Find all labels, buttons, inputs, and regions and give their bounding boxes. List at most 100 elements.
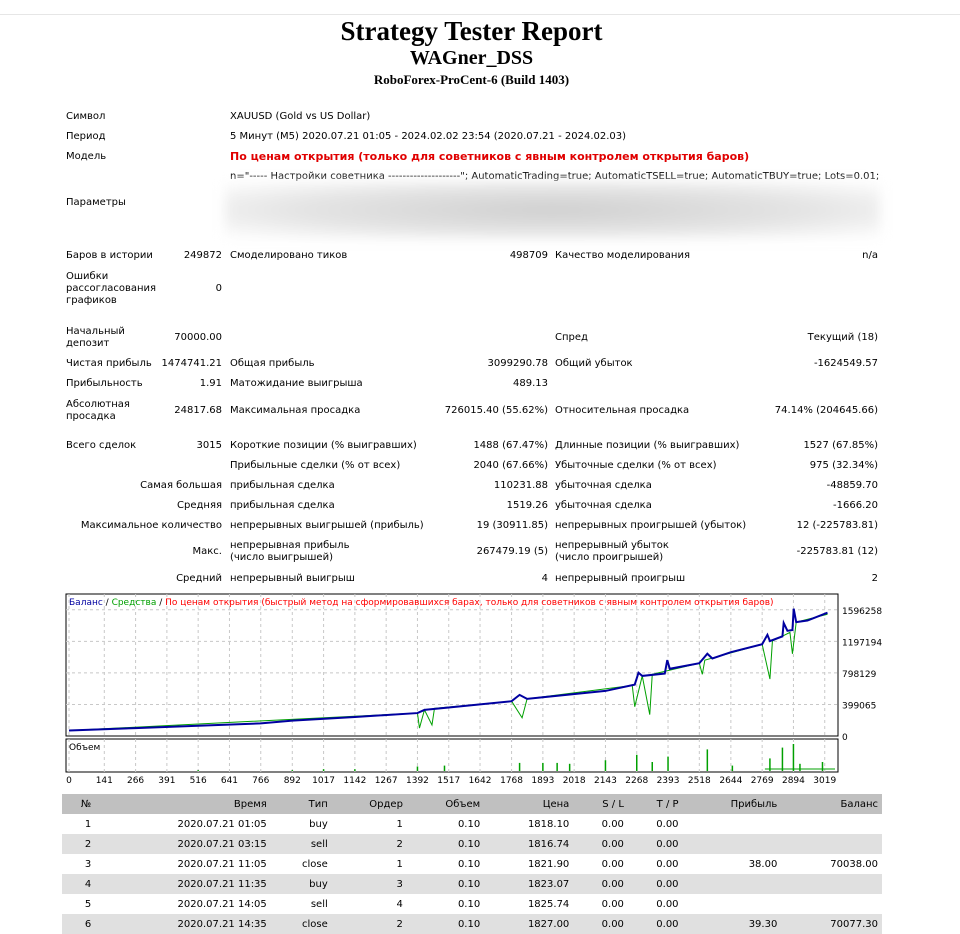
- table-cell: 1: [396, 858, 403, 870]
- table-cell: 2: [331, 834, 407, 854]
- table-cell: 1827.00: [484, 914, 574, 934]
- table-cell: 2020.07.21 01:05: [177, 818, 267, 830]
- table-cell: 4: [62, 874, 96, 894]
- table-cell: 2020.07.21 11:05: [177, 858, 267, 870]
- x-tick-label: 1017: [312, 776, 335, 786]
- table-cell: 1823.07: [484, 874, 574, 894]
- x-tick-label: 2393: [657, 776, 680, 786]
- table-cell: 39.30: [682, 914, 782, 934]
- legend-sep1: /: [103, 598, 112, 608]
- table-row: 5 2020.07.21 14:05 sell 4 0.10 1825.74 0.00 0.0…: [62, 894, 882, 914]
- legend-equity: Средства: [112, 598, 157, 608]
- table-cell: 1825.74: [527, 898, 570, 910]
- x-tick-label: 2143: [594, 776, 617, 786]
- x-tick-label: 892: [284, 776, 301, 786]
- table-cell: 2020.07.21 11:35: [95, 874, 271, 894]
- table-cell: 38.00: [748, 858, 778, 870]
- table-cell: 0.00: [656, 858, 679, 870]
- table-cell: buy: [270, 874, 332, 894]
- x-tick-label: 516: [190, 776, 207, 786]
- column-header: Цена: [484, 794, 574, 814]
- x-tick-label: 266: [127, 776, 144, 786]
- table-cell: 0.00: [601, 818, 624, 830]
- table-cell: 0.10: [406, 914, 485, 934]
- table-cell: 0.00: [573, 874, 628, 894]
- table-cell: 0.00: [601, 898, 624, 910]
- x-tick-label: 2018: [563, 776, 586, 786]
- table-cell: 2: [62, 834, 96, 854]
- x-tick-label: 2769: [751, 776, 774, 786]
- table-cell: [682, 874, 782, 894]
- chart-legend: Баланс / Средства / По ценам открытия (б…: [69, 598, 774, 608]
- table-cell: 2020.07.21 14:05: [177, 898, 267, 910]
- table-cell: 0.10: [406, 834, 485, 854]
- legend-sep2: /: [156, 598, 165, 608]
- table-cell: 1: [396, 818, 403, 830]
- x-tick-label: 3019: [813, 776, 836, 786]
- table-cell: 0.00: [627, 874, 683, 894]
- x-tick-label: 1642: [469, 776, 492, 786]
- table-row: 1 2020.07.21 01:05 buy 1 0.10 1818.10 0.00 0.00: [62, 814, 882, 834]
- table-cell: 1821.90: [527, 858, 570, 870]
- table-cell: 5: [84, 898, 92, 910]
- table-cell: 3: [84, 858, 92, 870]
- column-header: Тип: [270, 794, 332, 814]
- column-header: Ордер: [331, 794, 407, 814]
- y-tick-label: 1596258: [842, 607, 882, 617]
- x-tick-label: 1142: [343, 776, 366, 786]
- table-cell: [781, 814, 882, 834]
- table-cell: 0.10: [406, 874, 485, 894]
- x-tick-label: 641: [221, 776, 238, 786]
- table-cell: 3: [331, 874, 407, 894]
- table-cell: 4: [396, 898, 403, 910]
- x-tick-label: 0: [66, 776, 72, 786]
- x-tick-label: 1893: [531, 776, 554, 786]
- table-cell: 0.00: [656, 818, 679, 830]
- table-row: 2 2020.07.21 03:15 sell 2 0.10 1816.74 0.00 0.0…: [62, 834, 882, 854]
- table-row: 6 2020.07.21 14:35 close 2 0.10 1827.00 0.00 0.…: [62, 914, 882, 934]
- column-header: S / L: [573, 794, 628, 814]
- table-cell: 2020.07.21 14:35: [95, 914, 271, 934]
- x-tick-label: 2268: [625, 776, 648, 786]
- table-cell: 70077.30: [781, 914, 882, 934]
- table-cell: 0.00: [627, 914, 683, 934]
- column-header: Объем: [406, 794, 485, 814]
- volume-label: Объем: [69, 743, 100, 753]
- table-cell: [683, 814, 782, 834]
- table-cell: 0.00: [656, 898, 679, 910]
- table-cell: 2: [331, 914, 407, 934]
- table-cell: 6: [62, 914, 96, 934]
- balance-chart: 0 399065 798129 1197194 1596258 0 141 266 391 516…: [65, 593, 882, 786]
- table-cell: [781, 834, 882, 854]
- table-cell: 0.10: [457, 858, 481, 870]
- table-cell: 0.00: [573, 914, 628, 934]
- chart-frame: [65, 593, 839, 737]
- table-row: 4 2020.07.21 11:35 buy 3 0.10 1823.07 0.00 0.00: [62, 874, 882, 894]
- y-tick-label: 399065: [842, 701, 876, 711]
- table-header-row: № Время Тип Ордер Объем Цена S / LT / P Прибыль…: [62, 794, 882, 814]
- table-cell: 0.00: [573, 834, 628, 854]
- table-cell: buy: [309, 818, 328, 830]
- column-header: Прибыль: [682, 794, 782, 814]
- table-cell: sell: [310, 898, 328, 910]
- column-header: T / P: [627, 794, 683, 814]
- table-cell: close: [301, 858, 328, 870]
- table-cell: [683, 894, 782, 914]
- legend-balance: Баланс: [69, 598, 103, 608]
- column-header: №: [62, 794, 96, 814]
- column-header: Баланс: [781, 794, 882, 814]
- y-tick-label: 0: [842, 733, 848, 743]
- table-cell: 0.10: [457, 818, 481, 830]
- x-tick-label: 391: [158, 776, 175, 786]
- table-cell: [682, 834, 782, 854]
- volume-frame: [65, 738, 839, 773]
- table-cell: 0.00: [601, 858, 624, 870]
- table-cell: sell: [270, 834, 332, 854]
- x-tick-label: 766: [252, 776, 269, 786]
- table-cell: 1818.10: [527, 818, 570, 830]
- table-cell: 1816.74: [484, 834, 574, 854]
- legend-model: По ценам открытия (быстрый метод на сфор…: [165, 598, 773, 608]
- y-tick-label: 798129: [842, 670, 877, 680]
- x-tick-label: 1768: [500, 776, 523, 786]
- x-tick-label: 2644: [719, 776, 742, 786]
